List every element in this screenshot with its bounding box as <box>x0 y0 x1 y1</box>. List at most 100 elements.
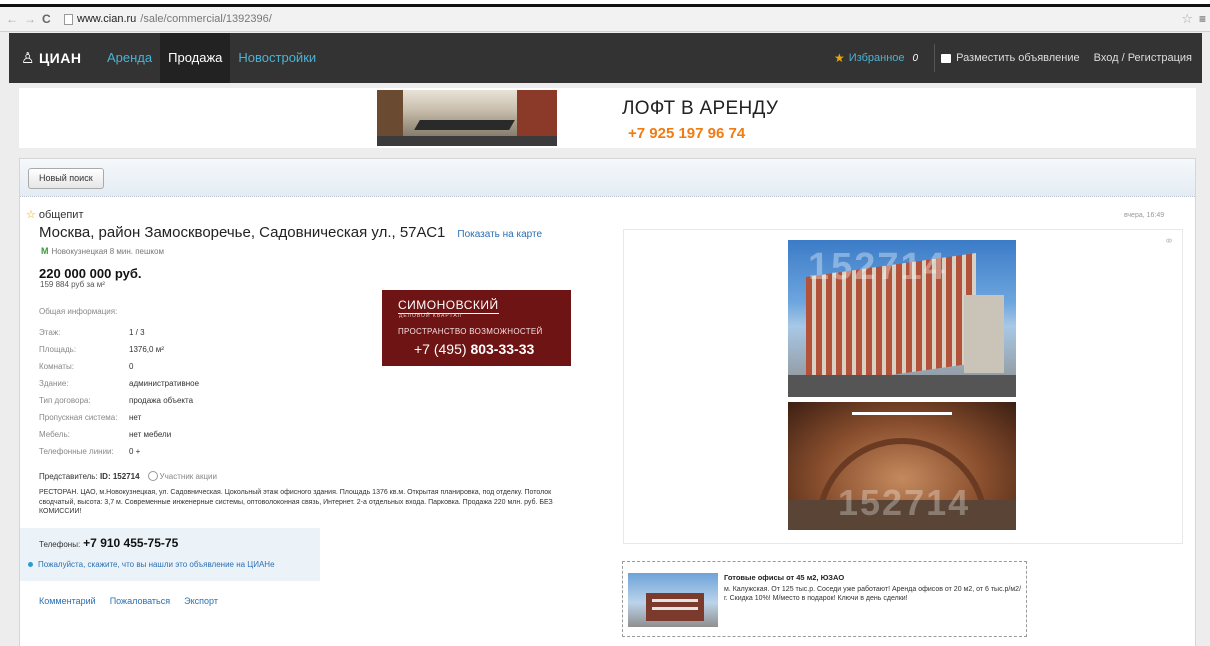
show-on-map-link[interactable]: Показать на карте <box>457 229 542 240</box>
bullet-dot-icon <box>28 562 33 567</box>
ad-slogan: ПРОСТРАНСТВО ВОЗМОЖНОСТЕЙ <box>398 327 543 336</box>
offer-title: Готовые офисы от 45 м2, ЮЗАО <box>724 573 845 582</box>
offer-text: м. Калужская. От 125 тыс.р. Соседи уже р… <box>724 586 1022 602</box>
favorites-star-icon: ★ <box>834 51 845 65</box>
url-host: www.cian.ru <box>77 13 137 25</box>
representative-info: Представитель: ID: 152714 <box>39 472 140 481</box>
favorites-count: 0 <box>912 52 919 64</box>
info-row: Здание: административное <box>39 375 199 392</box>
info-label: Площадь: <box>39 345 77 354</box>
comment-link[interactable]: Комментарий <box>39 596 96 606</box>
address-bar[interactable]: www.cian.ru/sale/commercial/1392396/ <box>64 11 272 28</box>
favorite-star-icon[interactable]: ☆ <box>26 208 36 221</box>
listing-date: вчера, 16:49 <box>1124 212 1165 219</box>
ad-phone-main: 803-33-33 <box>470 341 535 357</box>
photo-ceiling-light <box>852 412 952 415</box>
browser-toolbar: ← → C www.cian.ru/sale/commercial/139239… <box>0 7 1210 32</box>
logo-person-icon: ♙ <box>21 50 35 67</box>
info-value: продажа объекта <box>129 396 194 405</box>
url-path: /sale/commercial/1392396/ <box>140 13 272 25</box>
info-label: Комнаты: <box>39 362 74 371</box>
address-text: Москва, район Замоскворечье, Садовническ… <box>39 224 446 241</box>
info-label: Мебель: <box>39 430 70 439</box>
info-row: Тип договора: продажа объекта <box>39 392 199 409</box>
post-ad-link[interactable]: Разместить объявление <box>941 52 1094 64</box>
loft-banner[interactable]: ЛОФТ В АРЕНДУ +7 925 197 96 74 <box>19 88 1196 148</box>
price-per-m2: 159 884 руб за м² <box>40 280 105 289</box>
photo-building-annex <box>964 295 1004 373</box>
info-label: Телефонные линии: <box>39 447 114 456</box>
bookmark-star-icon[interactable]: ☆ <box>1181 11 1193 27</box>
participant-badge[interactable]: Участник акции <box>147 471 217 481</box>
info-value: 1376,0 м² <box>129 345 164 354</box>
login-link[interactable]: Вход / Регистрация <box>1094 52 1192 64</box>
info-value: 0 + <box>129 447 141 456</box>
office-offer-ad[interactable]: Готовые офисы от 45 м2, ЮЗАО м. Калужска… <box>622 561 1027 637</box>
listing-address: Москва, район Замоскворечье, Садовническ… <box>39 224 542 241</box>
phone-box: Телефоны: +7 910 455-75-75 Пожалуйста, с… <box>20 528 320 581</box>
info-value: 1 / 3 <box>129 328 145 337</box>
back-icon[interactable]: ← <box>6 12 18 26</box>
export-link[interactable]: Экспорт <box>184 596 218 606</box>
ad-phone-prefix: +7 (495) <box>414 341 471 357</box>
listing-type-label: общепит <box>38 208 84 221</box>
check-circle-icon <box>147 471 158 481</box>
representative-id[interactable]: ID: 152714 <box>100 472 140 481</box>
info-label: Здание: <box>39 379 69 388</box>
phone-number[interactable]: +7 910 455-75-75 <box>83 536 178 550</box>
nav-sale[interactable]: Продажа <box>160 33 231 83</box>
logo-text: ЦИАН <box>38 50 82 66</box>
info-value: нет мебели <box>129 430 172 439</box>
metro-icon: M <box>41 246 49 256</box>
favorites-label: Избранное <box>848 52 905 64</box>
info-row: Комнаты: 0 <box>39 358 199 375</box>
new-search-button[interactable]: Новый поиск <box>28 168 104 189</box>
photo-road <box>788 375 1016 397</box>
ad-brand-sub: ДЕЛОВОЙ КВАРТАЛ <box>399 313 463 319</box>
browser-actions: ☆ ≡ <box>1181 11 1210 27</box>
vaulted-interior-photo[interactable]: 152714 <box>788 402 1016 530</box>
loft-banner-image <box>377 90 557 146</box>
phones-line: Телефоны: +7 910 455-75-75 <box>39 536 178 550</box>
browser-menu-icon[interactable]: ≡ <box>1199 12 1206 26</box>
ad-brand: СИМОНОВСКИЙ <box>398 298 499 314</box>
info-label: Этаж: <box>39 328 61 337</box>
info-value: нет <box>129 413 142 422</box>
info-row: Мебель: нет мебели <box>39 426 199 443</box>
info-row: Пропускная система: нет <box>39 409 199 426</box>
complain-link[interactable]: Пожаловаться <box>110 596 170 606</box>
main-nav: Аренда Продажа Новостройки <box>99 33 324 83</box>
offer-image-stripe <box>652 607 698 610</box>
post-ad-icon <box>941 53 952 63</box>
link-icon[interactable]: ⚭ <box>1164 234 1174 248</box>
building-exterior-photo[interactable]: 152714 <box>788 240 1016 397</box>
please-note: Пожалуйста, скажите, что вы нашли это об… <box>28 560 275 569</box>
nav-new-buildings[interactable]: Новостройки <box>230 33 324 83</box>
offer-image <box>628 573 718 627</box>
browser-nav: ← → C <box>0 12 64 26</box>
listing-type: ☆ общепит <box>26 208 84 222</box>
info-row: Этаж: 1 / 3 <box>39 324 199 341</box>
metro-text: Новокузнецкая 8 мин. пешком <box>51 246 164 256</box>
header-divider <box>934 44 936 72</box>
forward-icon[interactable]: → <box>24 12 36 26</box>
page-icon <box>64 13 73 25</box>
card-toolbar: Новый поиск <box>20 159 1195 197</box>
representative: Представитель: ID: 152714 Участник акции <box>39 471 217 481</box>
nav-rent[interactable]: Аренда <box>99 33 160 83</box>
favorites-link[interactable]: ★ Избранное 0 <box>834 51 928 65</box>
photo-watermark: 152714 <box>838 482 971 523</box>
simonovsky-ad[interactable]: СИМОНОВСКИЙ ДЕЛОВОЙ КВАРТАЛ ПРОСТРАНСТВО… <box>382 290 571 366</box>
participant-label: Участник акции <box>159 471 217 481</box>
ad-phone: +7 (495) 803-33-33 <box>414 341 534 357</box>
reload-icon[interactable]: C <box>42 12 51 26</box>
general-info-heading: Общая информация: <box>39 307 118 316</box>
window-top-edge <box>0 0 1210 7</box>
info-label: Тип договора: <box>39 396 91 405</box>
site-header: ♙ ЦИАН Аренда Продажа Новостройки ★ Избр… <box>9 33 1202 83</box>
listing-card: Новый поиск ☆ общепит Москва, район Замо… <box>19 158 1196 646</box>
banner-phone: +7 925 197 96 74 <box>628 125 746 142</box>
offer-image-stripe <box>652 599 698 602</box>
metro-info: M Новокузнецкая 8 мин. пешком <box>41 246 164 256</box>
site-logo[interactable]: ♙ ЦИАН <box>9 49 99 67</box>
